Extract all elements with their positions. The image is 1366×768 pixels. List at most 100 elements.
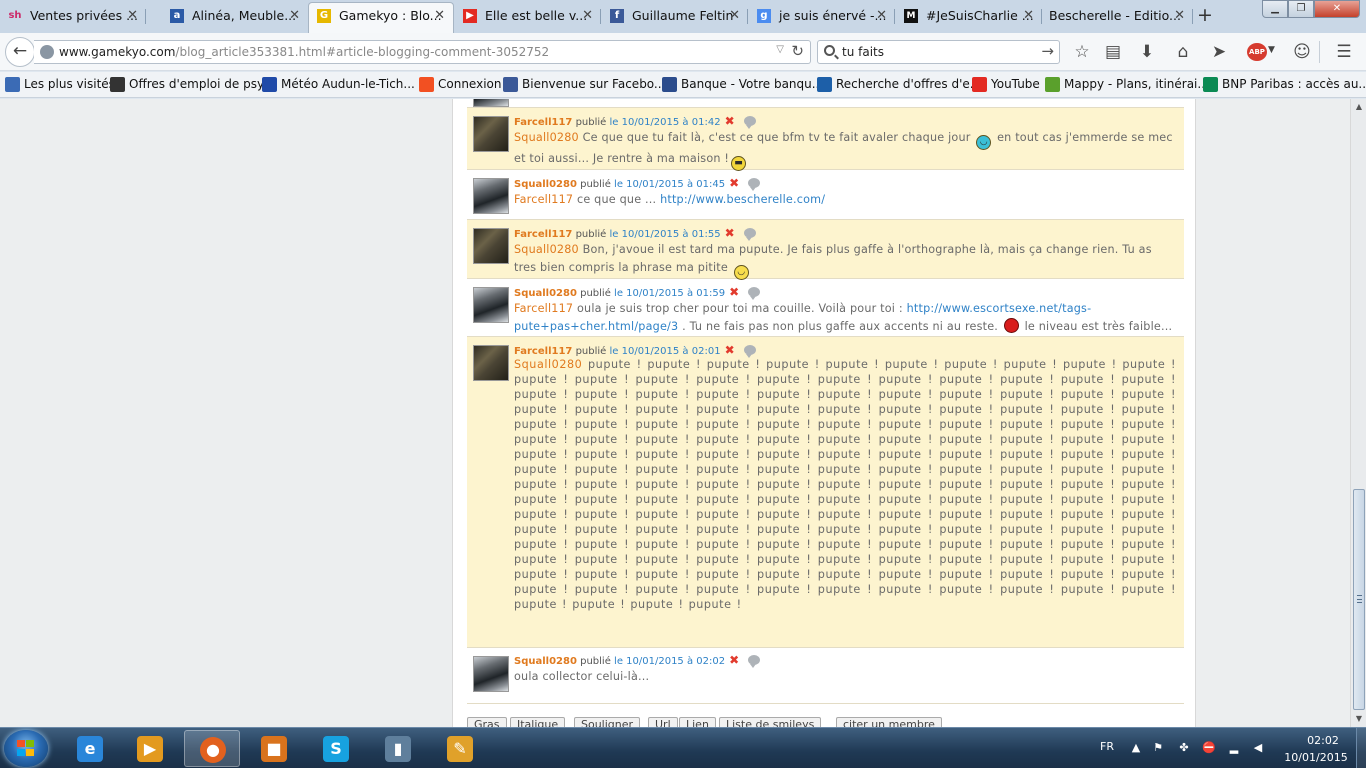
comment-date[interactable]: le 10/01/2015 à 01:55 — [610, 229, 721, 240]
tab-close-icon[interactable]: ✕ — [729, 3, 740, 29]
tab-close-icon[interactable]: ✕ — [582, 3, 593, 29]
delete-icon[interactable]: ✖ — [725, 114, 735, 128]
bookmark-star-icon[interactable]: ☆ — [1071, 42, 1093, 64]
reading-list-icon[interactable]: ▤ — [1102, 42, 1124, 64]
new-tab-button[interactable]: + — [1195, 4, 1215, 26]
avatar[interactable] — [473, 287, 509, 323]
tab-7[interactable]: M #JeSuisCharlie ... ✕ — [896, 3, 1042, 30]
editor-button[interactable]: Italique — [510, 717, 566, 727]
avatar[interactable] — [473, 228, 509, 264]
window-close-button[interactable]: ✕ — [1314, 0, 1360, 18]
search-go-icon[interactable]: → — [1041, 42, 1054, 60]
bookmark-item[interactable]: Météo Audun-le-Tich... — [262, 77, 415, 92]
bookmark-item[interactable]: Recherche d'offres d'e... — [817, 77, 981, 92]
comment-author[interactable]: Squall0280 — [514, 179, 577, 190]
delete-icon[interactable]: ✖ — [729, 285, 739, 299]
avatar[interactable] — [473, 116, 509, 152]
editor-button[interactable]: Lien — [679, 717, 716, 727]
volume-icon[interactable]: ◀ — [1252, 741, 1264, 754]
bookmark-item[interactable]: YouTube — [972, 77, 1040, 92]
delete-icon[interactable]: ✖ — [725, 226, 735, 240]
mention-link[interactable]: Squall0280 — [514, 358, 582, 371]
taskbar-app[interactable]: ● — [184, 730, 240, 767]
window-minimize-button[interactable]: ▁ — [1262, 0, 1288, 18]
tab-close-icon[interactable]: ✕ — [289, 3, 300, 29]
bookmark-item[interactable]: Connexion — [419, 77, 502, 92]
bookmark-item[interactable]: Offres d'emploi de psy... — [110, 77, 274, 92]
editor-button[interactable]: Liste de smileys — [719, 717, 822, 727]
language-indicator[interactable]: FR — [1100, 740, 1114, 753]
menu-icon[interactable]: ☰ — [1333, 42, 1355, 64]
home-icon[interactable]: ⌂ — [1172, 42, 1194, 64]
bookmark-item[interactable]: BNP Paribas : accès au... — [1203, 77, 1366, 92]
mention-link[interactable]: Farcell117 — [514, 193, 573, 206]
signal-bars-icon[interactable]: ▂ — [1228, 741, 1240, 754]
comment-link[interactable]: http://www.bescherelle.com/ — [660, 193, 825, 206]
comment-author[interactable]: Farcell117 — [514, 229, 572, 240]
bookmark-item[interactable]: Les plus visités — [5, 77, 115, 92]
taskbar-app[interactable]: ■ — [246, 730, 302, 767]
scroll-down-arrow[interactable]: ▼ — [1352, 712, 1366, 726]
tab-4[interactable]: ▶ Elle est belle v... ✕ — [455, 3, 601, 30]
avatar[interactable] — [473, 345, 509, 381]
network-share-icon[interactable]: ✤ — [1178, 741, 1190, 754]
comment-date[interactable]: le 10/01/2015 à 01:42 — [610, 117, 721, 128]
delete-icon[interactable]: ✖ — [729, 176, 739, 190]
comment-date[interactable]: le 10/01/2015 à 01:59 — [614, 288, 725, 299]
comment-date[interactable]: le 10/01/2015 à 02:02 — [614, 656, 725, 667]
downloads-icon[interactable]: ⬇ — [1136, 42, 1158, 64]
comment-author[interactable]: Squall0280 — [514, 656, 577, 667]
taskbar-app[interactable]: e — [62, 730, 118, 767]
bookmark-item[interactable]: Mappy - Plans, itinérai... — [1045, 77, 1209, 92]
reply-bubble-icon[interactable] — [743, 228, 756, 241]
tab-close-icon[interactable]: ✕ — [876, 3, 887, 29]
show-desktop-button[interactable] — [1356, 728, 1366, 768]
taskbar-app[interactable]: ▶ — [122, 730, 178, 767]
clock-date[interactable]: 10/01/2015 — [1280, 751, 1352, 764]
tab-close-icon[interactable]: ✕ — [1023, 3, 1034, 29]
comment-date[interactable]: le 10/01/2015 à 02:01 — [610, 346, 721, 357]
comment-author[interactable]: Farcell117 — [514, 117, 572, 128]
scrollbar-thumb[interactable] — [1353, 489, 1365, 710]
reload-icon[interactable]: ↻ — [791, 42, 804, 60]
taskbar-app[interactable]: S — [308, 730, 364, 767]
url-bar[interactable]: www.gamekyo.com/blog_article353381.html#… — [34, 40, 811, 64]
delete-icon[interactable]: ✖ — [725, 343, 735, 357]
show-hidden-icons-icon[interactable]: ▲ — [1130, 741, 1142, 754]
emoji-icon[interactable]: ☺ — [1291, 42, 1313, 64]
tab-2[interactable]: a Alinéa, Meuble... ✕ — [162, 3, 308, 30]
avatar[interactable] — [473, 656, 509, 692]
scroll-up-arrow[interactable]: ▲ — [1352, 100, 1366, 114]
back-button[interactable]: ← — [5, 37, 35, 67]
url-history-dropdown-icon[interactable]: ▽ — [776, 44, 784, 55]
share-icon[interactable]: ➤ — [1208, 42, 1230, 64]
editor-button[interactable]: citer un membre — [836, 717, 942, 727]
tab-3[interactable]: G Gamekyo : Blo... ✕ — [308, 2, 454, 33]
tab-6[interactable]: g je suis énervé -... ✕ — [749, 3, 895, 30]
reply-bubble-icon[interactable] — [748, 287, 761, 300]
mention-link[interactable]: Squall0280 — [514, 243, 579, 256]
comment-author[interactable]: Farcell117 — [514, 346, 572, 357]
editor-button[interactable]: Url — [648, 717, 678, 727]
url-text[interactable]: www.gamekyo.com/blog_article353381.html#… — [59, 45, 549, 59]
security-alert-icon[interactable]: ⛔ — [1202, 741, 1216, 754]
search-input[interactable] — [842, 44, 1032, 60]
tab-5[interactable]: f Guillaume Feltin ✕ — [602, 3, 748, 30]
start-button[interactable] — [4, 730, 48, 767]
mention-link[interactable]: Farcell117 — [514, 302, 573, 315]
adblock-dropdown-icon[interactable]: ▼ — [1268, 45, 1275, 55]
delete-icon[interactable]: ✖ — [729, 653, 739, 667]
editor-button[interactable]: Souligner — [574, 717, 641, 727]
clock-time[interactable]: 02:02 — [1298, 734, 1348, 747]
mention-link[interactable]: Squall0280 — [514, 131, 579, 144]
tab-8[interactable]: Bescherelle - Editio... ✕ — [1041, 3, 1193, 30]
search-bar[interactable]: → — [817, 40, 1060, 64]
tab-1[interactable]: sh Ventes privées ... ✕ — [0, 3, 146, 30]
bookmark-item[interactable]: Bienvenue sur Facebo... — [503, 77, 665, 92]
avatar[interactable] — [473, 178, 509, 214]
comment-date[interactable]: le 10/01/2015 à 01:45 — [614, 179, 725, 190]
adblock-plus-icon[interactable]: ABP — [1247, 43, 1267, 61]
reply-bubble-icon[interactable] — [748, 178, 761, 191]
reply-bubble-icon[interactable] — [748, 655, 761, 668]
reply-bubble-icon[interactable] — [743, 116, 756, 129]
